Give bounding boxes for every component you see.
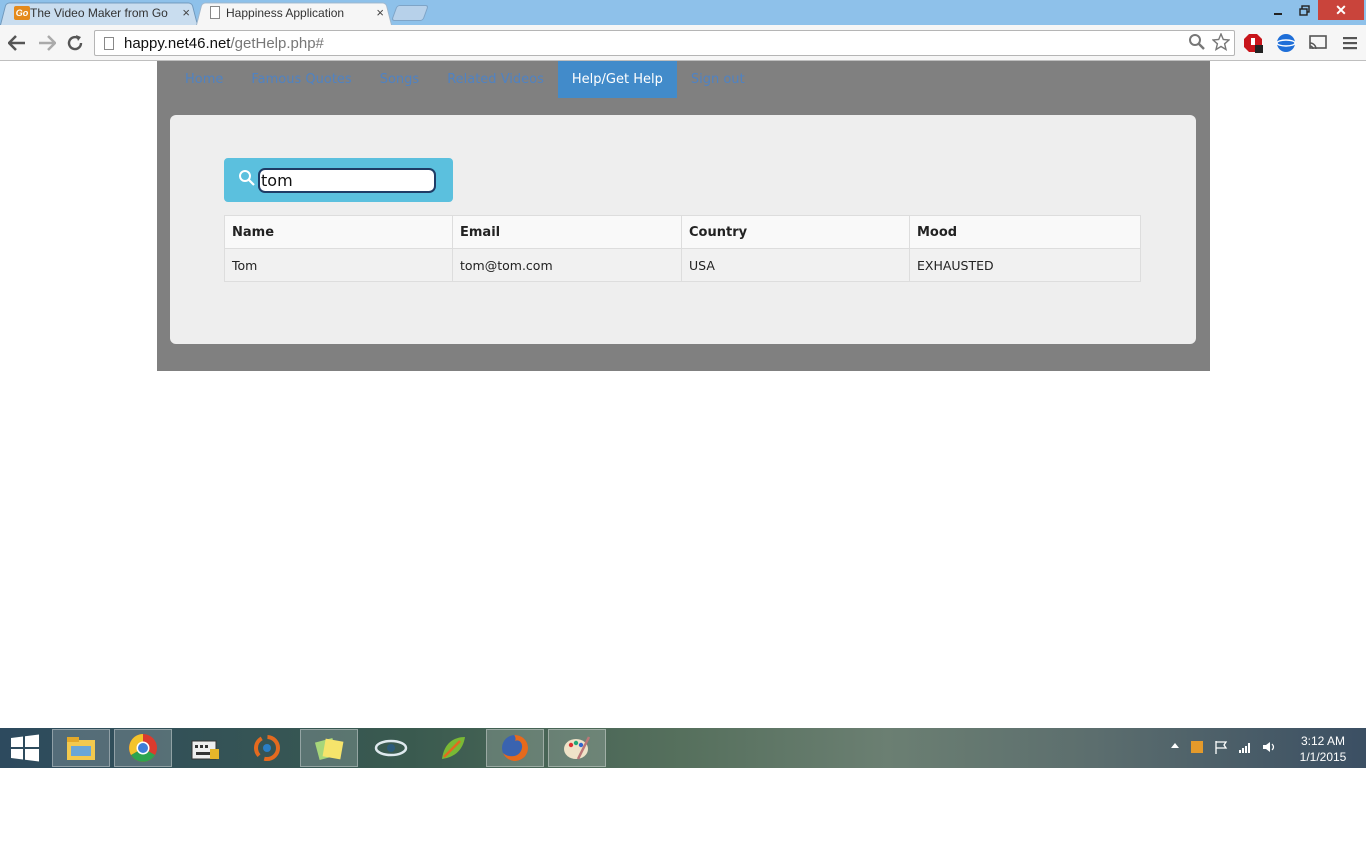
search-box [224,158,453,202]
clock-time: 3:12 AM [1300,734,1346,748]
tab-happiness-application[interactable]: Happiness Application × [196,1,392,25]
firefox-icon [502,735,528,761]
sticky-notes-icon [314,737,344,761]
paint-palette-icon [564,736,591,760]
nav-related-videos[interactable]: Related Videos [433,61,558,98]
bookmark-star-icon[interactable] [1212,33,1230,51]
reload-button[interactable] [64,32,86,54]
taskbar-chrome[interactable] [114,729,172,767]
search-input[interactable] [258,168,436,193]
restore-button[interactable] [1294,0,1314,20]
column-header-name: Name [224,215,453,249]
taskbar-sticky-notes[interactable] [300,729,358,767]
nav-help-get-help[interactable]: Help/Get Help [557,61,677,98]
tab-title: Happiness Application [226,6,345,20]
browser-titlebar: Go The Video Maker from Go × Happiness A… [0,0,1366,25]
table-header-row: Name Email Country Mood [224,215,1141,249]
cell-mood: EXHAUSTED [909,248,1141,282]
back-button[interactable] [6,32,28,54]
taskbar-editor[interactable] [424,729,482,767]
results-table: Name Email Country Mood Tom tom@tom.com … [224,215,1141,282]
goanimate-icon: Go [14,6,30,20]
volume-icon[interactable] [1262,740,1276,754]
content-panel: Name Email Country Mood Tom tom@tom.com … [170,115,1196,344]
chrome-icon [129,734,157,762]
taskbar-file-explorer[interactable] [52,729,110,767]
menu-icon[interactable] [1340,33,1360,53]
tab-video-maker[interactable]: Go The Video Maker from Go × [0,1,198,25]
cell-country: USA [681,248,910,282]
taskbar-keyboard-app[interactable] [176,729,234,767]
circular-arrows-icon [254,735,280,761]
taskbar-eye-app[interactable] [362,729,420,767]
table-row: Tom tom@tom.com USA EXHAUSTED [224,248,1141,282]
omnibox-icons [1188,33,1230,51]
adblock-extension-icon[interactable] [1243,33,1263,53]
windows-taskbar: 3:12 AM 1/1/2015 [0,728,1366,768]
window-close-button[interactable]: ✕ [1318,0,1364,20]
search-icon [239,170,255,186]
reload-icon [67,35,83,51]
system-tray [1170,740,1276,754]
browser-toolbar: happy.net46.net/getHelp.php# [0,25,1366,61]
clock-date: 1/1/2015 [1299,750,1347,764]
url-path: /getHelp.php# [230,34,324,52]
url-host: happy.net46.net [124,34,231,52]
forward-arrow-icon [39,35,56,51]
nav-home[interactable]: Home [171,61,237,98]
column-header-email: Email [452,215,682,249]
flag-icon[interactable] [1214,740,1228,754]
address-bar[interactable]: happy.net46.net/getHelp.php# [94,30,1235,56]
tab-title: The Video Maker from Go [30,6,168,20]
restore-icon [1298,4,1310,16]
page-icon [210,6,220,19]
cast-icon[interactable] [1308,33,1328,53]
cell-email: tom@tom.com [452,248,682,282]
tray-app-icon[interactable] [1190,740,1204,754]
leaf-app-icon [442,737,465,759]
taskbar-paint[interactable] [548,729,606,767]
column-header-mood: Mood [909,215,1141,249]
tab-close-icon[interactable]: × [182,5,190,20]
page-icon [104,36,114,50]
windows-start-icon[interactable] [10,734,40,762]
system-clock[interactable]: 3:12 AM 1/1/2015 [1294,733,1352,765]
nav-songs[interactable]: Songs [366,61,433,98]
nav-sign-out[interactable]: Sign out [677,61,759,98]
minimize-button[interactable] [1268,0,1288,20]
show-hidden-icons[interactable] [1170,740,1180,750]
tab-close-icon[interactable]: × [376,5,384,20]
globe-extension-icon[interactable] [1276,33,1296,53]
taskbar-app-circle[interactable] [238,729,296,767]
new-tab-button[interactable] [391,5,429,21]
forward-button[interactable] [36,32,58,54]
keyboard-lock-icon [191,740,219,760]
minimize-icon [1274,13,1282,15]
back-arrow-icon [8,35,25,51]
file-explorer-icon [67,737,95,760]
cell-name: Tom [224,248,453,282]
site-navbar: Home Famous Quotes Songs Related Videos … [171,61,759,98]
network-icon[interactable] [1238,740,1252,754]
eye-icon [374,739,408,757]
zoom-icon[interactable] [1188,33,1206,51]
column-header-country: Country [681,215,910,249]
nav-famous-quotes[interactable]: Famous Quotes [237,61,365,98]
site-container: Home Famous Quotes Songs Related Videos … [157,61,1210,371]
taskbar-firefox[interactable] [486,729,544,767]
